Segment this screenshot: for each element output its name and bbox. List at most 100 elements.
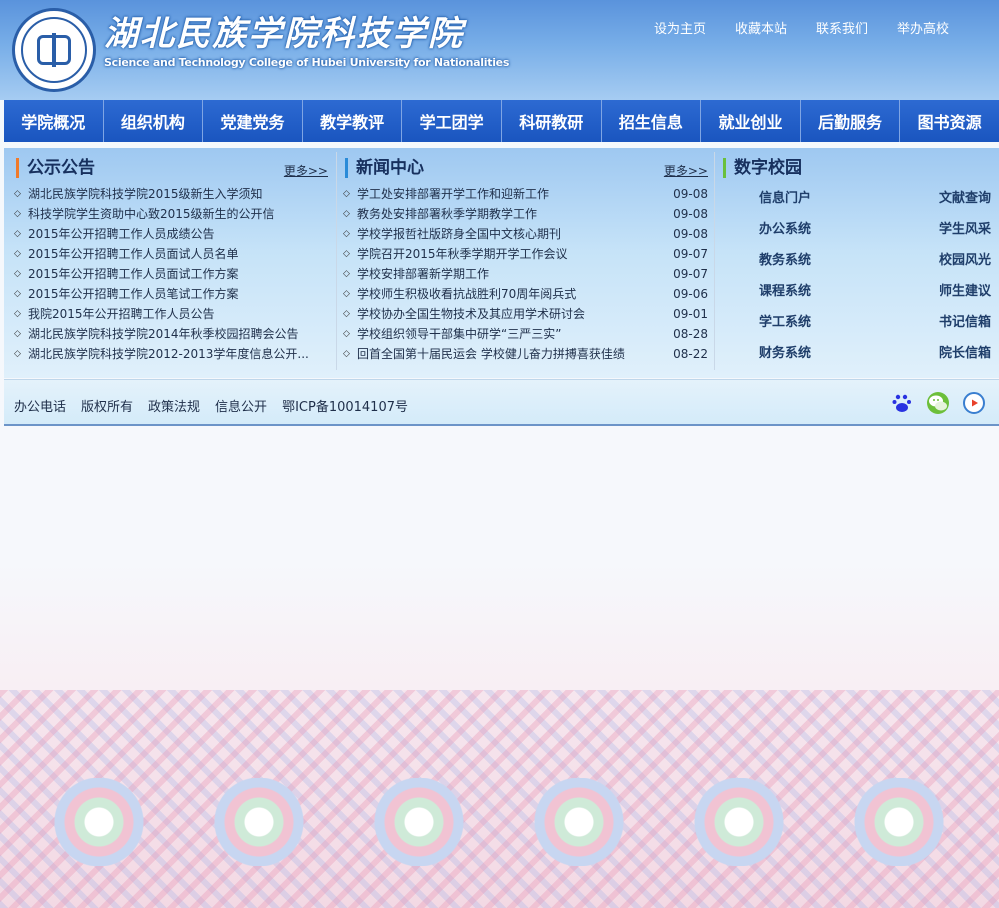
- link-student-style[interactable]: 学生风采: [879, 221, 999, 238]
- news-panel: 新闻中心 更多>> ◇ 学工处安排部署开学工作和迎新工作 09-08 ◇ 教务处安排部…: [336, 152, 714, 370]
- news-item-date: 09-08: [673, 187, 708, 201]
- notice-item-text[interactable]: 2015年公开招聘工作人员成绩公告: [28, 227, 215, 241]
- list-item[interactable]: ◇ 学院召开2015年秋季学期开学工作会议 09-07: [337, 244, 714, 264]
- link-academic-system[interactable]: 教务系统: [759, 252, 879, 269]
- notice-item-text[interactable]: 科技学院学生资助中心致2015级新生的公开信: [28, 207, 275, 221]
- notice-header: 公示公告 更多>>: [8, 152, 334, 184]
- notice-item-text[interactable]: 我院2015年公开招聘工作人员公告: [28, 307, 215, 321]
- notice-item-text[interactable]: 2015年公开招聘工作人员面试人员名单: [28, 247, 239, 261]
- news-item-text[interactable]: 学校安排部署新学期工作: [357, 267, 489, 281]
- bullet-icon: ◇: [343, 189, 350, 199]
- baidu-icon[interactable]: [891, 392, 913, 414]
- nav-item-student-affairs[interactable]: 学工团学: [402, 100, 502, 142]
- school-name-logo[interactable]: 湖北民族学院科技学院 Science and Technology Colleg…: [104, 14, 510, 70]
- list-item[interactable]: ◇ 湖北民族学院科技学院2012-2013学年度信息公开...: [8, 344, 334, 364]
- notice-item-text[interactable]: 湖北民族学院科技学院2014年秋季校园招聘会公告: [28, 327, 299, 341]
- news-more-link[interactable]: 更多>>: [664, 162, 708, 179]
- list-item[interactable]: ◇ 湖北民族学院科技学院2015级新生入学须知: [8, 184, 334, 204]
- list-item[interactable]: ◇ 学校师生积极收看抗战胜利70周年阅兵式 09-06: [337, 284, 714, 304]
- notice-item-text[interactable]: 湖北民族学院科技学院2012-2013学年度信息公开...: [28, 347, 309, 361]
- news-item-date: 08-28: [673, 327, 708, 341]
- nav-item-library[interactable]: 图书资源: [900, 100, 999, 142]
- list-item[interactable]: ◇ 2015年公开招聘工作人员面试工作方案: [8, 264, 334, 284]
- wechat-icon[interactable]: [927, 392, 949, 414]
- host-university-link[interactable]: 举办高校: [897, 18, 949, 37]
- nav-item-logistics[interactable]: 后勤服务: [800, 100, 901, 142]
- bullet-icon: ◇: [14, 269, 21, 279]
- news-item-text[interactable]: 回首全国第十届民运会 学校健儿奋力拼搏喜获佳绩: [357, 347, 625, 361]
- news-item-text[interactable]: 学校师生积极收看抗战胜利70周年阅兵式: [357, 287, 576, 301]
- nav-item-research[interactable]: 科研教研: [501, 100, 602, 142]
- news-item-date: 08-22: [673, 347, 708, 361]
- news-item-date: 09-06: [673, 287, 708, 301]
- footer-link-icp[interactable]: 鄂ICP备10014107号: [282, 396, 408, 415]
- bullet-icon: ◇: [14, 189, 21, 199]
- nav-item-employment[interactable]: 就业创业: [701, 100, 801, 142]
- list-item[interactable]: ◇ 我院2015年公开招聘工作人员公告: [8, 304, 334, 324]
- set-homepage-link[interactable]: 设为主页: [654, 18, 706, 37]
- link-student-affairs-system[interactable]: 学工系统: [759, 314, 879, 331]
- link-finance-system[interactable]: 财务系统: [759, 345, 879, 362]
- footer-link-copyright[interactable]: 版权所有: [81, 396, 133, 415]
- news-item-text[interactable]: 学校学报哲社版跻身全国中文核心期刊: [357, 227, 561, 241]
- list-item[interactable]: ◇ 学校学报哲社版跻身全国中文核心期刊 09-08: [337, 224, 714, 244]
- list-item[interactable]: ◇ 回首全国第十届民运会 学校健儿奋力拼搏喜获佳绩 08-22: [337, 344, 714, 364]
- school-seal-logo[interactable]: [12, 8, 96, 92]
- main-nav: 学院概况 组织机构 党建党务 教学教评 学工团学 科研教研 招生信息 就业创业 …: [4, 100, 999, 142]
- notice-panel: 公示公告 更多>> ◇ 湖北民族学院科技学院2015级新生入学须知 ◇ 科技学院学生…: [8, 152, 334, 370]
- link-president-mailbox[interactable]: 院长信箱: [879, 345, 999, 362]
- main-content: 公示公告 更多>> ◇ 湖北民族学院科技学院2015级新生入学须知 ◇ 科技学院学生…: [4, 148, 999, 378]
- footer-link-phone[interactable]: 办公电话: [14, 396, 66, 415]
- list-item[interactable]: ◇ 学校安排部署新学期工作 09-07: [337, 264, 714, 284]
- link-literature-search[interactable]: 文献查询: [879, 190, 999, 207]
- pattern-motif: [840, 778, 958, 866]
- list-item[interactable]: ◇ 2015年公开招聘工作人员成绩公告: [8, 224, 334, 244]
- footer-link-policy[interactable]: 政策法规: [148, 396, 200, 415]
- notice-item-text[interactable]: 2015年公开招聘工作人员笔试工作方案: [28, 287, 239, 301]
- nav-item-organization[interactable]: 组织机构: [103, 100, 204, 142]
- news-item-text[interactable]: 学工处安排部署开学工作和迎新工作: [357, 187, 549, 201]
- school-name-cn: 湖北民族学院科技学院: [104, 14, 464, 54]
- bookmark-link[interactable]: 收藏本站: [735, 18, 787, 37]
- list-item[interactable]: ◇ 教务处安排部署秋季学期教学工作 09-08: [337, 204, 714, 224]
- news-item-date: 09-07: [673, 247, 708, 261]
- link-info-portal[interactable]: 信息门户: [759, 190, 879, 207]
- ethnic-pattern-decoration: [0, 690, 999, 908]
- news-item-date: 09-08: [673, 207, 708, 221]
- notice-more-link[interactable]: 更多>>: [284, 162, 328, 179]
- list-item[interactable]: ◇ 学校组织领导干部集中研学“三严三实” 08-28: [337, 324, 714, 344]
- news-list: ◇ 学工处安排部署开学工作和迎新工作 09-08 ◇ 教务处安排部署秋季学期教学工作 0…: [337, 184, 714, 364]
- video-play-icon[interactable]: [963, 392, 985, 414]
- list-item[interactable]: ◇ 2015年公开招聘工作人员面试人员名单: [8, 244, 334, 264]
- link-secretary-mailbox[interactable]: 书记信箱: [879, 314, 999, 331]
- list-item[interactable]: ◇ 学工处安排部署开学工作和迎新工作 09-08: [337, 184, 714, 204]
- bullet-icon: ◇: [14, 309, 21, 319]
- site-footer: 办公电话 版权所有 政策法规 信息公开 鄂ICP备10014107号: [4, 379, 999, 426]
- news-item-text[interactable]: 教务处安排部署秋季学期教学工作: [357, 207, 537, 221]
- news-item-text[interactable]: 学院召开2015年秋季学期开学工作会议: [357, 247, 568, 261]
- contact-us-link[interactable]: 联系我们: [816, 18, 868, 37]
- notice-item-text[interactable]: 湖北民族学院科技学院2015级新生入学须知: [28, 187, 263, 201]
- news-item-text[interactable]: 学校协办全国生物技术及其应用学术研讨会: [357, 307, 585, 321]
- news-item-text[interactable]: 学校组织领导干部集中研学“三严三实”: [357, 327, 561, 341]
- school-name-en: Science and Technology College of Hubei …: [104, 56, 510, 69]
- list-item[interactable]: ◇ 科技学院学生资助中心致2015级新生的公开信: [8, 204, 334, 224]
- list-item[interactable]: ◇ 学校协办全国生物技术及其应用学术研讨会 09-01: [337, 304, 714, 324]
- nav-item-teaching[interactable]: 教学教评: [302, 100, 403, 142]
- bullet-icon: ◇: [343, 309, 350, 319]
- nav-item-party[interactable]: 党建党务: [203, 100, 303, 142]
- nav-item-admissions[interactable]: 招生信息: [601, 100, 702, 142]
- link-suggestions[interactable]: 师生建议: [879, 283, 999, 300]
- site-header: 湖北民族学院科技学院 Science and Technology Colleg…: [0, 0, 999, 100]
- pattern-motif: [40, 778, 158, 866]
- link-campus-scenery[interactable]: 校园风光: [879, 252, 999, 269]
- link-office-system[interactable]: 办公系统: [759, 221, 879, 238]
- notice-item-text[interactable]: 2015年公开招聘工作人员面试工作方案: [28, 267, 239, 281]
- link-course-system[interactable]: 课程系统: [759, 283, 879, 300]
- footer-link-info-disclosure[interactable]: 信息公开: [215, 396, 267, 415]
- news-item-date: 09-01: [673, 307, 708, 321]
- list-item[interactable]: ◇ 2015年公开招聘工作人员笔试工作方案: [8, 284, 334, 304]
- nav-item-overview[interactable]: 学院概况: [4, 100, 104, 142]
- news-header: 新闻中心 更多>>: [337, 152, 714, 184]
- list-item[interactable]: ◇ 湖北民族学院科技学院2014年秋季校园招聘会公告: [8, 324, 334, 344]
